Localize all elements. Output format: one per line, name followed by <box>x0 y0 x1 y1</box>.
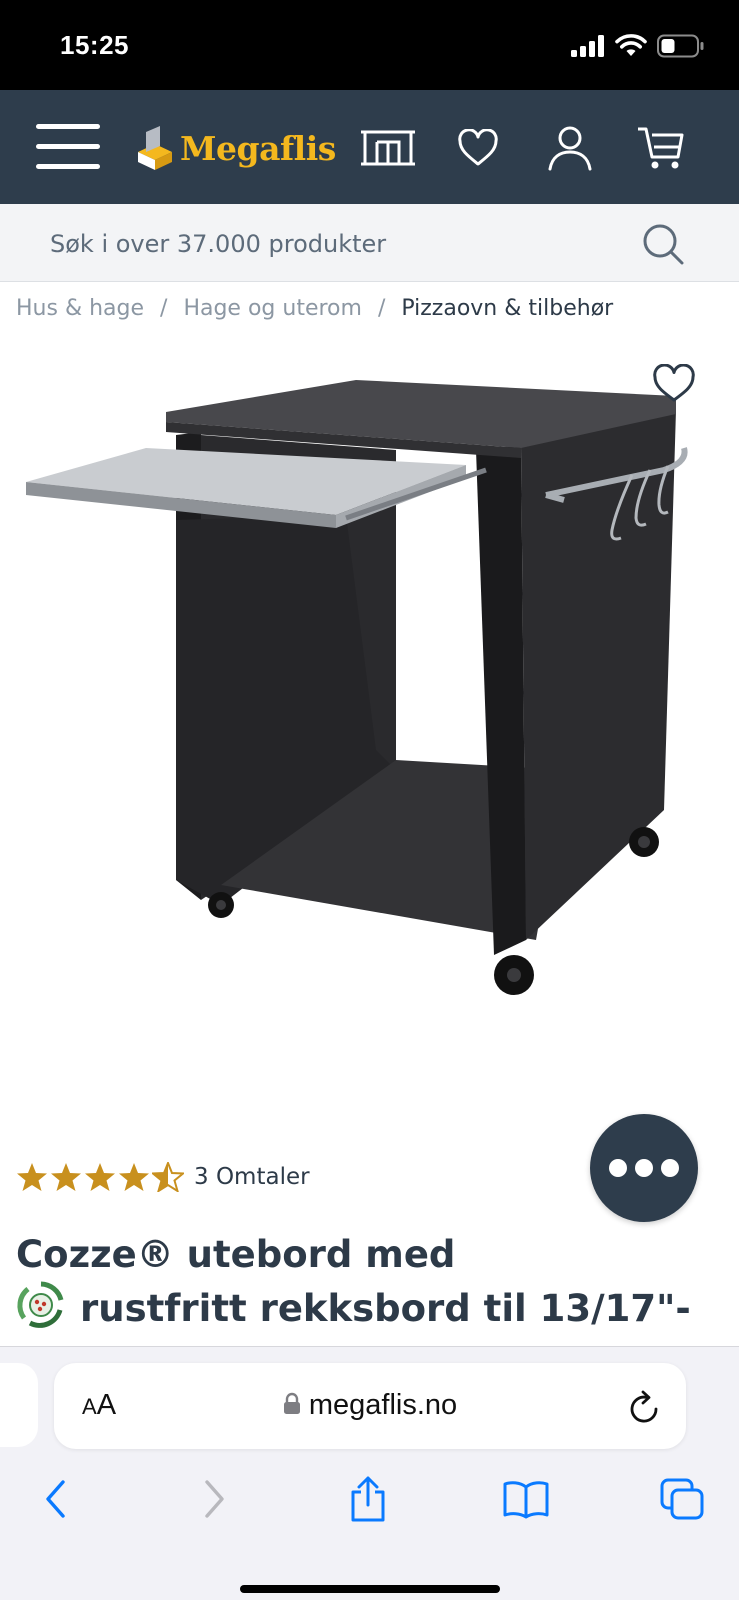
status-time: 15:25 <box>60 30 129 60</box>
battery-icon <box>657 34 704 58</box>
previous-tab-preview[interactable] <box>0 1363 38 1447</box>
breadcrumb-separator: / <box>160 296 168 321</box>
megaflis-logo-icon <box>138 126 172 170</box>
tabs-button[interactable] <box>656 1473 708 1525</box>
tabs-icon <box>660 1478 704 1520</box>
breadcrumb-current[interactable]: Pizzaovn & tilbehør <box>401 296 613 321</box>
status-bar: 15:25 <box>0 0 739 90</box>
review-count[interactable]: 3 Omtaler <box>194 1164 310 1190</box>
reload-button[interactable] <box>628 1389 662 1425</box>
url-text: megaflis.no <box>308 1389 458 1421</box>
cart-button[interactable] <box>630 120 690 176</box>
store-icon <box>361 130 415 166</box>
url-display: megaflis.no <box>54 1389 686 1422</box>
more-options-button[interactable] <box>590 1114 698 1222</box>
star-full-icon <box>51 1163 81 1191</box>
rating-stars <box>16 1162 184 1192</box>
home-indicator <box>240 1585 500 1593</box>
share-button[interactable] <box>342 1473 394 1525</box>
forward-button[interactable] <box>188 1473 240 1525</box>
dot-icon <box>635 1159 653 1177</box>
wishlist-button[interactable] <box>448 120 508 176</box>
lock-icon <box>283 1393 300 1415</box>
status-icons <box>571 34 705 58</box>
search-button[interactable] <box>641 222 685 266</box>
heart-icon <box>458 129 498 166</box>
user-icon <box>548 126 592 171</box>
address-bar[interactable]: AA megaflis.no <box>54 1363 686 1449</box>
star-full-icon <box>85 1163 115 1191</box>
search-bar <box>0 204 739 282</box>
dot-icon <box>661 1159 679 1177</box>
share-icon <box>351 1476 385 1522</box>
shopping-cart-icon <box>638 127 684 169</box>
site-header: Megaflis <box>0 90 739 204</box>
dot-icon <box>609 1159 627 1177</box>
recycle-badge-icon <box>17 1281 64 1328</box>
product-wishlist-button[interactable] <box>652 363 702 414</box>
breadcrumb-separator: / <box>377 296 386 321</box>
product-rating[interactable]: 3 Omtaler <box>16 1162 310 1192</box>
star-half-icon <box>152 1162 184 1192</box>
search-input[interactable] <box>50 224 610 264</box>
breadcrumb: Hus & hage / Hage og uterom / Pizzaovn &… <box>16 296 613 321</box>
breadcrumb-link-hus-hage[interactable]: Hus & hage <box>16 296 144 321</box>
browser-toolbar: AA megaflis.no <box>0 1346 739 1600</box>
showroom-button[interactable] <box>358 120 418 176</box>
chevron-left-icon <box>46 1480 65 1518</box>
breadcrumb-link-hage-uterom[interactable]: Hage og uterom <box>183 296 362 321</box>
chevron-right-icon <box>205 1480 224 1518</box>
heart-icon <box>653 363 695 402</box>
reload-icon <box>630 1390 658 1423</box>
logo-text: Megaflis <box>180 128 336 168</box>
book-icon <box>503 1481 549 1519</box>
site-logo[interactable]: Megaflis <box>136 120 336 176</box>
cellular-signal-icon <box>571 35 604 57</box>
bookmarks-button[interactable] <box>500 1473 552 1525</box>
star-full-icon <box>17 1163 47 1191</box>
search-icon <box>643 224 684 265</box>
product-image[interactable] <box>16 340 722 1040</box>
star-full-icon <box>119 1163 149 1191</box>
back-button[interactable] <box>30 1473 82 1525</box>
account-button[interactable] <box>540 120 600 176</box>
wifi-icon <box>615 34 647 56</box>
hamburger-menu-button[interactable] <box>36 122 100 172</box>
